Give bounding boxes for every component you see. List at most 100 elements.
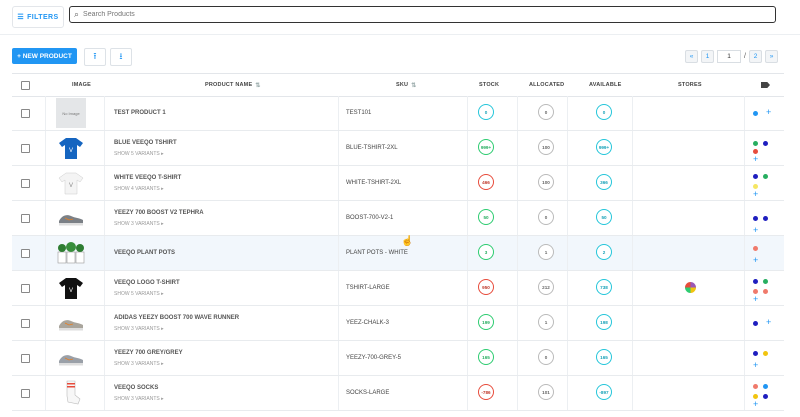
show-variants-link[interactable]: SHOW 3 VARIANTS ▸: [114, 326, 164, 332]
table-row[interactable]: V BLUE VEEQO TSHIRT SHOW 5 VARIANTS ▸ BLUE-…: [12, 131, 784, 166]
column-divider: [517, 236, 518, 270]
show-variants-link[interactable]: SHOW 4 VARIANTS ▸: [114, 186, 164, 192]
add-tag-icon[interactable]: +: [753, 400, 758, 409]
row-checkbox[interactable]: [21, 109, 30, 118]
show-variants-link[interactable]: SHOW 3 VARIANTS ▸: [114, 396, 164, 402]
first-page-button[interactable]: «: [685, 49, 699, 63]
tag-dot[interactable]: [763, 394, 768, 399]
row-checkbox[interactable]: [21, 389, 30, 398]
tag-dot[interactable]: [753, 279, 758, 284]
stock-badge[interactable]: 950: [478, 279, 494, 295]
product-name[interactable]: YEEZY 700 BOOST V2 TEPHRA: [114, 210, 204, 216]
tag-dot[interactable]: [763, 351, 768, 356]
column-stock: STOCK: [479, 82, 500, 88]
stock-badge[interactable]: 999+: [478, 139, 494, 155]
stock-badge[interactable]: 0: [478, 104, 494, 120]
row-checkbox[interactable]: [21, 319, 30, 328]
stock-badge[interactable]: 199: [478, 314, 494, 330]
tags-cell: +: [753, 347, 779, 371]
product-image[interactable]: V: [56, 273, 86, 303]
tag-dot[interactable]: [753, 111, 758, 116]
tag-dot[interactable]: [763, 141, 768, 146]
new-product-button[interactable]: + NEW PRODUCT: [12, 48, 77, 64]
column-divider: [104, 131, 105, 165]
tag-dot[interactable]: [753, 141, 758, 146]
product-image[interactable]: V: [56, 133, 86, 163]
table-row[interactable]: YEEZY 700 GREY/GREY SHOW 3 VARIANTS ▸ YEEZ…: [12, 341, 784, 376]
add-tag-icon[interactable]: +: [766, 108, 771, 117]
product-image[interactable]: [56, 308, 86, 338]
tag-dot[interactable]: [753, 384, 758, 389]
column-product-name[interactable]: PRODUCT NAME ⇅: [205, 74, 261, 96]
stock-badge[interactable]: 165: [478, 349, 494, 365]
product-image[interactable]: [56, 203, 86, 233]
upload-button[interactable]: ⭱: [84, 48, 106, 66]
column-divider: [45, 376, 46, 410]
tag-dot[interactable]: [763, 384, 768, 389]
add-tag-icon[interactable]: +: [753, 256, 758, 265]
product-name[interactable]: VEEQO PLANT POTS: [114, 250, 175, 256]
tag-dot[interactable]: [763, 289, 768, 294]
tag-dot[interactable]: [753, 174, 758, 179]
table-row[interactable]: VEEQO PLANT POTS PLANT POTS - WHITE 3 1 2 +: [12, 236, 784, 271]
tag-dot[interactable]: [763, 174, 768, 179]
product-image[interactable]: V: [56, 168, 86, 198]
add-tag-icon[interactable]: +: [753, 190, 758, 199]
select-all-checkbox[interactable]: [21, 80, 30, 90]
table-row[interactable]: V VEEQO LOGO T-SHIRT SHOW 5 VARIANTS ▸ TSHI…: [12, 271, 784, 306]
show-variants-link[interactable]: SHOW 5 VARIANTS ▸: [114, 151, 164, 157]
row-checkbox[interactable]: [21, 249, 30, 258]
column-divider: [744, 306, 745, 340]
table-row[interactable]: ADIDAS YEEZY BOOST 700 WAVE RUNNER SHOW 3…: [12, 306, 784, 341]
add-tag-icon[interactable]: +: [753, 361, 758, 370]
table-row[interactable]: V WHITE VEEQO T-SHIRT SHOW 4 VARIANTS ▸ WHI…: [12, 166, 784, 201]
tag-dot[interactable]: [763, 216, 768, 221]
sort-icon: ⇅: [255, 82, 261, 89]
filters-button[interactable]: ☰ FILTERS: [12, 6, 64, 28]
row-checkbox[interactable]: [21, 214, 30, 223]
table-row[interactable]: YEEZY 700 BOOST V2 TEPHRA SHOW 3 VARIANTS…: [12, 201, 784, 236]
add-tag-icon[interactable]: +: [766, 318, 771, 327]
tag-dot[interactable]: [763, 279, 768, 284]
add-tag-icon[interactable]: +: [753, 295, 758, 304]
stock-badge[interactable]: -786: [478, 384, 494, 400]
add-tag-icon[interactable]: +: [753, 226, 758, 235]
column-sku[interactable]: SKU ⇅: [396, 74, 416, 96]
stock-badge[interactable]: 3: [478, 244, 494, 260]
stock-badge[interactable]: 50: [478, 209, 494, 225]
show-variants-link[interactable]: SHOW 3 VARIANTS ▸: [114, 361, 164, 367]
page-number-input[interactable]: 1: [717, 49, 742, 63]
table-row[interactable]: VEEQO SOCKS SHOW 3 VARIANTS ▸ SOCKS-LARGE -…: [12, 376, 784, 411]
product-name[interactable]: YEEZY 700 GREY/GREY: [114, 350, 183, 356]
product-name[interactable]: VEEQO LOGO T-SHIRT: [114, 280, 180, 286]
product-name[interactable]: WHITE VEEQO T-SHIRT: [114, 175, 181, 181]
product-name[interactable]: BLUE VEEQO TSHIRT: [114, 140, 177, 146]
tag-icon[interactable]: [761, 82, 770, 88]
tag-dot[interactable]: [753, 216, 758, 221]
row-checkbox[interactable]: [21, 354, 30, 363]
total-pages-button[interactable]: 2: [749, 49, 762, 63]
product-image[interactable]: [56, 238, 86, 268]
row-checkbox[interactable]: [21, 179, 30, 188]
product-name[interactable]: VEEQO SOCKS: [114, 385, 158, 391]
page-1-button[interactable]: 1: [701, 49, 715, 63]
download-button[interactable]: ⭳: [110, 48, 132, 66]
search-input[interactable]: [83, 11, 775, 18]
search-field[interactable]: ⌕: [69, 6, 776, 23]
row-checkbox[interactable]: [21, 144, 30, 153]
product-image[interactable]: [56, 343, 86, 373]
product-name[interactable]: ADIDAS YEEZY BOOST 700 WAVE RUNNER: [114, 315, 239, 321]
tag-dot[interactable]: [753, 246, 758, 251]
tag-dot[interactable]: [753, 351, 758, 356]
stock-badge[interactable]: 466: [478, 174, 494, 190]
last-page-button[interactable]: »: [765, 49, 778, 63]
tag-dot[interactable]: [753, 321, 758, 326]
add-tag-icon[interactable]: +: [753, 155, 758, 164]
row-checkbox[interactable]: [21, 284, 30, 293]
table-row[interactable]: No Image TEST PRODUCT 1 TEST101 0 0 0 +: [12, 96, 784, 131]
product-name[interactable]: TEST PRODUCT 1: [114, 110, 166, 116]
show-variants-link[interactable]: SHOW 5 VARIANTS ▸: [114, 291, 164, 297]
product-image[interactable]: No Image: [56, 98, 86, 128]
product-image[interactable]: [56, 378, 86, 408]
show-variants-link[interactable]: SHOW 3 VARIANTS ▸: [114, 221, 164, 227]
